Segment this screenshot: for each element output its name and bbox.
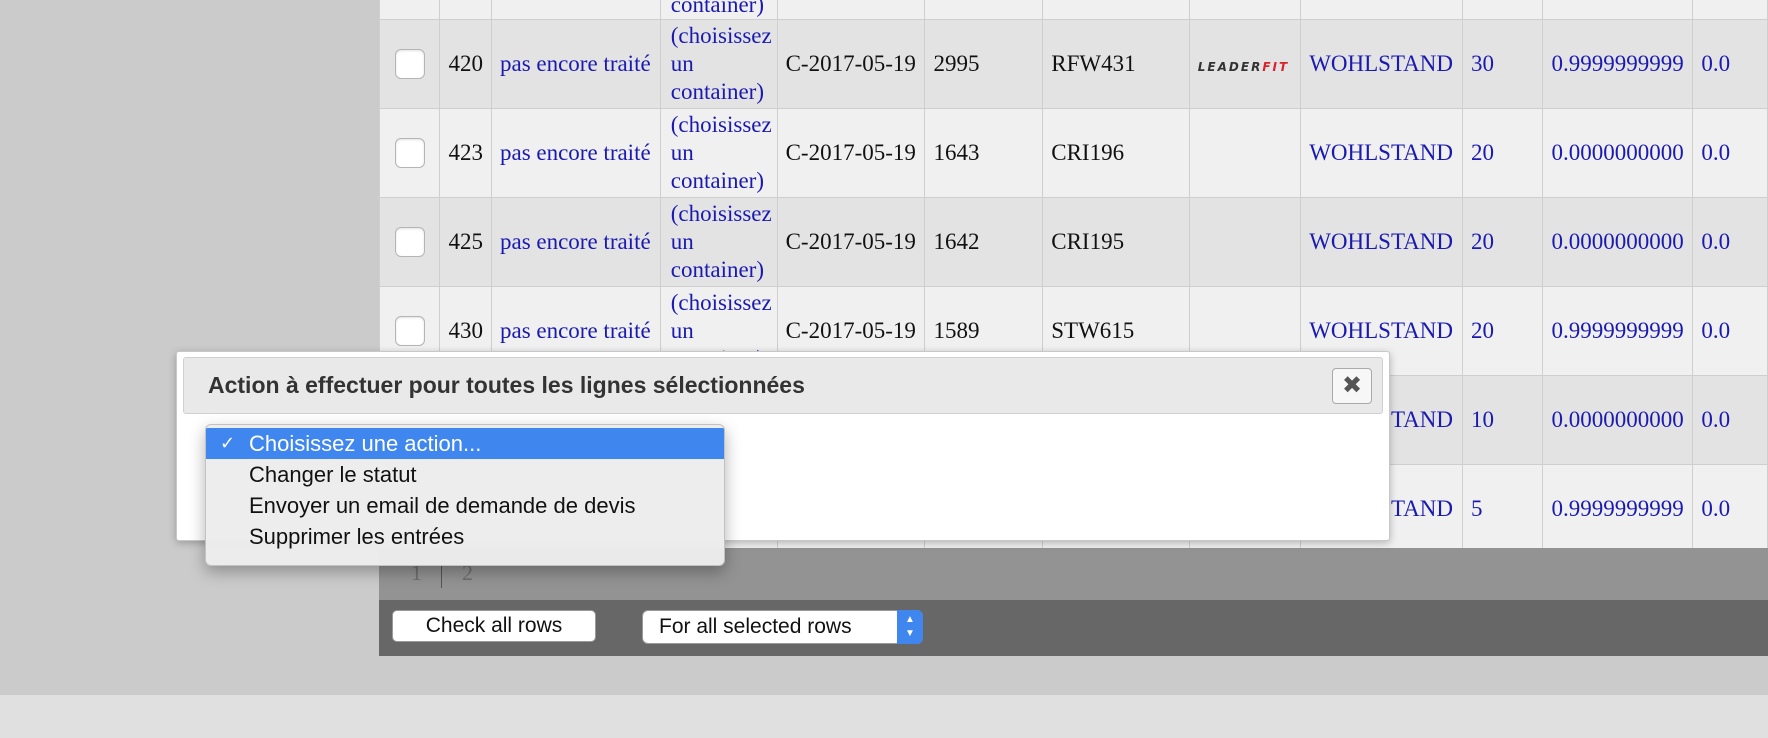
row-price-2[interactable]: 0.0 <box>1692 286 1768 376</box>
row-number: 1642 <box>924 197 1044 287</box>
row-brand <box>1188 0 1302 20</box>
table-row: 420 pas encore traité (choisissez un conta… <box>379 19 1768 109</box>
row-price-2[interactable]: 0.0 <box>1692 464 1768 548</box>
row-brand: LEADERFIT <box>1188 19 1302 109</box>
row-price-2[interactable]: 0.0 <box>1692 108 1768 198</box>
dropdown-option-choose-action[interactable]: ✓ Choisissez une action... <box>206 428 724 459</box>
row-id <box>439 0 492 20</box>
table-footer: Check all rows For all selected rows ▲ ▼ <box>379 600 1768 656</box>
row-id: 420 <box>439 19 492 109</box>
row-code: CRI196 <box>1042 108 1190 198</box>
close-button[interactable]: ✖ <box>1332 368 1372 404</box>
row-checkbox[interactable] <box>394 316 425 346</box>
row-price[interactable]: 0.0000000000 <box>1542 375 1694 465</box>
row-supplier[interactable]: WOHLSTAND <box>1300 108 1464 198</box>
checkmark-icon: ✓ <box>220 433 236 454</box>
row-supplier <box>1300 0 1464 20</box>
row-id: 423 <box>439 108 492 198</box>
row-container[interactable]: (choisissez un container) <box>659 197 778 287</box>
row-checkbox[interactable] <box>394 49 425 79</box>
row-number: 1643 <box>924 108 1044 198</box>
row-brand <box>1188 108 1302 198</box>
row-container[interactable]: (choisissez un container) <box>659 19 778 109</box>
table-row: 425 pas encore traité (choisissez un conta… <box>379 197 1768 287</box>
row-quantity[interactable]: 20 <box>1462 286 1544 376</box>
dialog-title: Action à effectuer pour toutes les ligne… <box>208 372 805 398</box>
row-checkbox-cell <box>379 19 441 109</box>
row-checkbox-cell <box>379 0 441 20</box>
row-checkbox-cell <box>379 197 441 287</box>
action-dropdown-list: ✓ Choisissez une action... Changer le st… <box>205 424 725 566</box>
brand-logo: LEADERFIT <box>1197 60 1290 74</box>
row-code: RFW431 <box>1042 19 1190 109</box>
table-row: container) <box>379 0 1768 20</box>
row-price[interactable]: 0.9999999999 <box>1542 464 1694 548</box>
row-quantity[interactable]: 5 <box>1462 464 1544 548</box>
dropdown-option-change-status[interactable]: Changer le statut <box>206 459 724 490</box>
row-date: C-2017-05-19 <box>776 19 926 109</box>
row-status <box>490 0 661 20</box>
dropdown-option-delete-entries[interactable]: Supprimer les entrées <box>206 521 724 552</box>
check-all-rows-button[interactable]: Check all rows <box>392 610 596 642</box>
row-supplier[interactable]: WOHLSTAND <box>1300 19 1464 109</box>
row-supplier[interactable]: WOHLSTAND <box>1300 197 1464 287</box>
row-checkbox[interactable] <box>394 138 425 168</box>
row-number <box>924 0 1044 20</box>
row-number: 2995 <box>924 19 1044 109</box>
row-price <box>1542 0 1694 20</box>
row-price-2 <box>1692 0 1768 20</box>
bulk-action-select-value: For all selected rows <box>659 615 852 638</box>
row-quantity <box>1462 0 1544 20</box>
row-price[interactable]: 0.0000000000 <box>1542 197 1694 287</box>
row-code: CRI195 <box>1042 197 1190 287</box>
row-status[interactable]: pas encore traité <box>490 197 661 287</box>
row-date: C-2017-05-19 <box>776 197 926 287</box>
row-status[interactable]: pas encore traité <box>490 19 661 109</box>
row-checkbox[interactable] <box>394 227 425 257</box>
row-price-2[interactable]: 0.0 <box>1692 197 1768 287</box>
row-date: C-2017-05-19 <box>776 108 926 198</box>
row-price[interactable]: 0.0000000000 <box>1542 108 1694 198</box>
row-quantity[interactable]: 10 <box>1462 375 1544 465</box>
window-bottom-strip <box>0 695 1768 738</box>
row-status[interactable]: pas encore traité <box>490 108 661 198</box>
row-checkbox-cell <box>379 108 441 198</box>
close-icon: ✖ <box>1341 371 1363 399</box>
bulk-action-select[interactable]: For all selected rows ▲ ▼ <box>642 610 923 644</box>
select-stepper-icon: ▲ ▼ <box>897 610 923 644</box>
row-container[interactable]: container) <box>659 0 778 20</box>
dropdown-option-send-quote-email[interactable]: Envoyer un email de demande de devis <box>206 490 724 521</box>
table-row: 423 pas encore traité (choisissez un conta… <box>379 108 1768 198</box>
row-price-2[interactable]: 0.0 <box>1692 19 1768 109</box>
row-brand <box>1188 197 1302 287</box>
row-code <box>1042 0 1190 20</box>
row-quantity[interactable]: 20 <box>1462 197 1544 287</box>
row-quantity[interactable]: 20 <box>1462 108 1544 198</box>
row-price[interactable]: 0.9999999999 <box>1542 286 1694 376</box>
row-container[interactable]: (choisissez un container) <box>659 108 778 198</box>
row-date <box>776 0 926 20</box>
row-quantity[interactable]: 30 <box>1462 19 1544 109</box>
row-id: 425 <box>439 197 492 287</box>
row-price-2[interactable]: 0.0 <box>1692 375 1768 465</box>
row-price[interactable]: 0.9999999999 <box>1542 19 1694 109</box>
dialog-header: Action à effectuer pour toutes les ligne… <box>183 357 1383 414</box>
